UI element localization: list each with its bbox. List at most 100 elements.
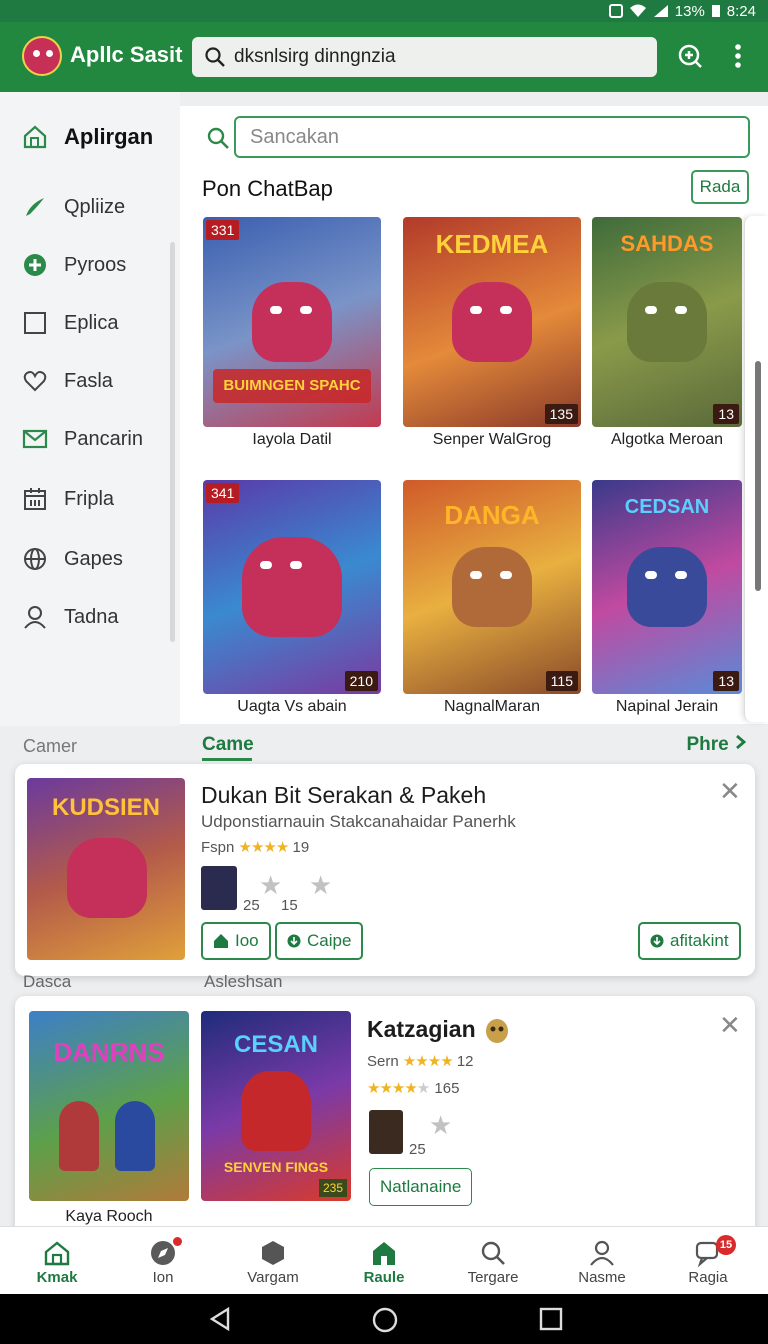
nav-item-ion[interactable]: Ion xyxy=(113,1237,213,1286)
game-tile[interactable]: 341 210 Uagta Vs abain xyxy=(203,480,381,716)
featured-subtitle: Udponstiarnauin Stakcanahaidar Panerhk xyxy=(201,812,516,831)
cover-badge: 235 xyxy=(318,1179,347,1197)
game-tile[interactable]: KEDMEA 135 Senper WalGrog xyxy=(403,217,581,449)
nav-badge: 15 xyxy=(716,1235,736,1255)
see-more-link[interactable]: Phre xyxy=(686,734,748,756)
download-circle-icon xyxy=(287,934,301,948)
sidebar-item-tadna[interactable]: Tadna xyxy=(22,604,119,630)
star-icon[interactable]: ★ xyxy=(429,1110,452,1141)
compass-icon xyxy=(113,1237,213,1269)
character-art xyxy=(59,1101,99,1171)
sidebar-item-label: Qpliize xyxy=(64,195,126,218)
back-icon[interactable] xyxy=(208,1306,234,1332)
install-button[interactable]: afitakint xyxy=(638,922,741,960)
search-icon xyxy=(207,127,229,149)
sidebar-item-label: Eplica xyxy=(64,311,119,334)
globe-icon xyxy=(22,546,48,572)
featured-card[interactable]: KUDSIEN Dukan Bit Serakan & Pakeh Udpons… xyxy=(15,764,755,976)
star-icon[interactable]: ★ xyxy=(309,870,332,901)
top-search-input[interactable]: dksnlsirg dinngnzia xyxy=(192,37,657,77)
hexagon-icon xyxy=(223,1237,323,1269)
action-button-b[interactable]: Caipe xyxy=(275,922,364,960)
square-icon xyxy=(22,310,48,336)
count: 25 xyxy=(409,1141,426,1158)
cover-subtitle: SENVEN FINGS xyxy=(223,1159,329,1175)
heart-icon xyxy=(22,368,48,394)
overflow-menu-button[interactable] xyxy=(728,42,748,75)
nav-item-raule[interactable]: Raule xyxy=(334,1237,434,1286)
recents-icon[interactable] xyxy=(538,1306,564,1332)
star-rating-icon: ★★★★ xyxy=(238,839,290,856)
count-b: 15 xyxy=(281,897,298,914)
game-tile[interactable]: DANGA 115 NagnalMaran xyxy=(403,480,581,716)
panel-scrollbar[interactable] xyxy=(744,216,768,722)
action-button-a[interactable]: Ioo xyxy=(201,922,271,960)
nav-item-ragia[interactable]: 15 Ragia xyxy=(658,1235,758,1286)
category-tab-active[interactable]: Came xyxy=(202,734,254,756)
tile-caption: Napinal Jerain xyxy=(615,698,719,715)
sidebar-item-pancarin[interactable]: Pancarin xyxy=(22,426,143,452)
rating-count: 12 xyxy=(456,1053,474,1070)
character-art xyxy=(252,282,332,362)
nav-item-tergare[interactable]: Tergare xyxy=(443,1237,543,1286)
nav-label: Nasme xyxy=(578,1269,626,1286)
sidebar-item-label: Fripla xyxy=(64,487,115,510)
app-search-input[interactable]: Sancakan xyxy=(234,116,750,158)
nav-label: Raule xyxy=(363,1269,405,1286)
add-search-button[interactable] xyxy=(676,42,704,75)
home-circle-icon[interactable] xyxy=(371,1306,399,1334)
sidebar-item-label: Aplirgan xyxy=(64,124,154,149)
sidebar-item-aplirgan[interactable]: Aplirgan xyxy=(22,124,153,150)
sidebar: Aplirgan Qpliize Pyroos Eplica Fasla Pan… xyxy=(0,92,180,726)
game-tile[interactable]: SAHDAS 13 Algotka Meroan xyxy=(592,217,742,449)
section-title: Pon ChatBap xyxy=(202,176,333,201)
nav-item-nasme[interactable]: Nasme xyxy=(552,1237,652,1286)
sidebar-item-label: Pancarin xyxy=(64,427,143,450)
game-card[interactable]: DANRNS Kaya Rooch CESAN SENVEN FINGS 235… xyxy=(15,996,755,1236)
active-tab-indicator xyxy=(202,758,252,761)
home-icon xyxy=(22,124,48,150)
sidebar-item-gapes[interactable]: Gapes xyxy=(22,546,123,572)
sidebar-item-fripla[interactable]: Fripla xyxy=(22,486,114,512)
rating-label: Fspn xyxy=(201,839,235,856)
tile-badge: 341 xyxy=(206,483,240,503)
game-title: Katzagian xyxy=(367,1016,512,1045)
nav-item-vargam[interactable]: Vargam xyxy=(223,1237,323,1286)
category-tab-left[interactable]: Camer xyxy=(23,736,77,757)
sidebar-scrollbar[interactable] xyxy=(170,242,175,642)
cover-title: SAHDAS xyxy=(620,231,714,256)
character-art xyxy=(452,547,532,627)
section-more-button[interactable]: Rada xyxy=(691,170,749,204)
section-label: Dasca xyxy=(23,972,72,991)
game-tile[interactable]: BUIMNGEN SPAHC 331 Iayola Datil xyxy=(203,217,381,449)
plus-circle-icon xyxy=(22,252,48,278)
sidebar-item-pyroos[interactable]: Pyroos xyxy=(22,252,126,278)
tile-badge: 135 xyxy=(544,404,578,424)
tile-caption: Uagta Vs abain xyxy=(237,698,347,715)
game-cover: DANRNS xyxy=(29,1011,189,1201)
sidebar-item-eplica[interactable]: Eplica xyxy=(22,310,118,336)
game-tile[interactable]: CEDSAN 13 Napinal Jerain xyxy=(592,480,742,716)
chevron-right-icon xyxy=(736,734,747,750)
character-art xyxy=(115,1101,155,1171)
game-action-button[interactable]: Natlanaine xyxy=(369,1168,473,1206)
section-label: Asleshsan xyxy=(204,972,283,991)
tile-badge: 13 xyxy=(713,404,739,424)
tile-badge: 13 xyxy=(713,671,739,691)
tile-badge: 331 xyxy=(206,220,240,240)
sidebar-item-fasla[interactable]: Fasla xyxy=(22,368,113,394)
bottom-nav: Kmak Ion Vargam Raule Tergare Nasme 15 R… xyxy=(0,1226,768,1294)
sidebar-item-qpliize[interactable]: Qpliize xyxy=(22,194,125,220)
sidebar-item-label: Pyroos xyxy=(64,253,127,276)
close-icon[interactable]: ✕ xyxy=(719,1010,741,1041)
close-icon[interactable]: ✕ xyxy=(719,776,741,807)
star-icon[interactable]: ★ xyxy=(259,870,282,901)
game-cover: CEDSAN 13 xyxy=(592,480,742,694)
character-art xyxy=(242,537,342,637)
rating-count: 19 xyxy=(292,839,310,856)
nav-item-kmak[interactable]: Kmak xyxy=(7,1237,107,1286)
see-more-label: Phre xyxy=(686,734,729,755)
sidebar-item-label: Fasla xyxy=(64,369,113,392)
house-icon xyxy=(214,934,228,948)
person-icon xyxy=(552,1237,652,1269)
